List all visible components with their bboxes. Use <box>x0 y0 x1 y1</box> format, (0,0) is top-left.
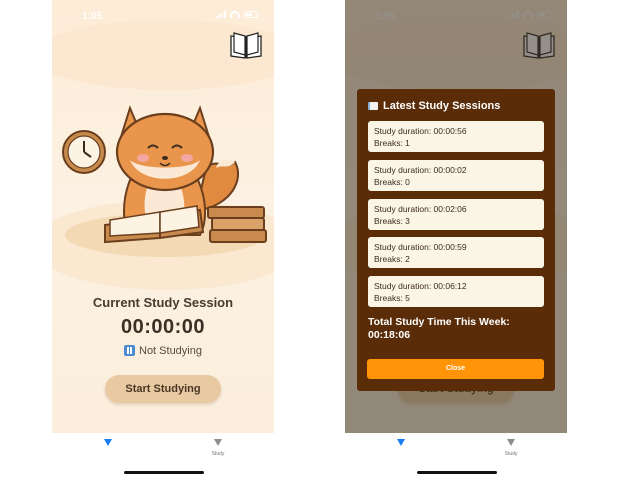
battery-icon <box>244 11 258 18</box>
tab-study[interactable]: Study <box>499 439 523 457</box>
wifi-icon <box>230 11 240 18</box>
total-time-label: Total Study Time This Week: <box>368 316 510 328</box>
modal-title-text: Latest Study Sessions <box>383 100 501 112</box>
open-book-icon <box>368 102 378 110</box>
session-card: Study duration: 00:02:06 Breaks: 3 <box>368 199 544 230</box>
signal-icon <box>216 11 226 18</box>
session-duration: Study duration: 00:00:56 <box>374 126 467 136</box>
latest-sessions-modal: Latest Study Sessions Study duration: 00… <box>357 89 555 391</box>
status-time: 1:05 <box>82 11 103 22</box>
book-icon[interactable] <box>228 30 264 60</box>
tab-study-icon <box>214 439 222 446</box>
tab-home[interactable] <box>395 439 407 446</box>
clock-icon <box>62 130 106 174</box>
session-duration: Study duration: 00:06:12 <box>374 281 467 291</box>
tab-study-label: Study <box>504 451 518 457</box>
pause-icon <box>124 345 135 356</box>
tab-home[interactable] <box>102 439 114 446</box>
session-title: Current Study Session <box>92 295 234 310</box>
session-card: Study duration: 00:00:59 Breaks: 2 <box>368 237 544 268</box>
tab-home-icon <box>397 439 405 446</box>
session-card: Study duration: 00:00:02 Breaks: 0 <box>368 160 544 191</box>
study-status: Not Studying <box>52 345 274 357</box>
tab-home-icon <box>104 439 112 446</box>
fox-reading-illustration <box>62 105 267 257</box>
session-breaks: Breaks: 2 <box>374 254 410 264</box>
modal-title: Latest Study Sessions <box>368 100 500 112</box>
home-indicator <box>417 471 497 474</box>
session-timer: 00:00:00 <box>120 316 206 338</box>
session-duration: Study duration: 00:00:59 <box>374 242 467 252</box>
tab-study-icon <box>507 439 515 446</box>
study-status-text: Not Studying <box>139 345 202 357</box>
session-duration: Study duration: 00:02:06 <box>374 204 467 214</box>
home-indicator <box>124 471 204 474</box>
status-bar: 1:05 <box>52 0 274 30</box>
phone-screen-modal: 1:05 Start Studying Latest Study Session… <box>345 0 567 480</box>
close-button[interactable]: Close <box>367 359 544 379</box>
session-breaks: Breaks: 0 <box>374 177 410 187</box>
status-icons <box>216 11 258 18</box>
total-time-value: 00:18:06 <box>368 329 411 341</box>
session-breaks: Breaks: 5 <box>374 293 410 303</box>
session-card: Study duration: 00:00:56 Breaks: 1 <box>368 121 544 152</box>
tab-study-label: Study <box>211 451 225 457</box>
session-breaks: Breaks: 1 <box>374 138 410 148</box>
session-duration: Study duration: 00:00:02 <box>374 165 467 175</box>
phone-screen-main: 1:05 Current Study Session 00:00:00 Not … <box>52 0 274 480</box>
tab-study[interactable]: Study <box>206 439 230 457</box>
start-studying-button[interactable]: Start Studying <box>105 375 221 403</box>
session-breaks: Breaks: 3 <box>374 216 410 226</box>
session-card: Study duration: 00:06:12 Breaks: 5 <box>368 276 544 307</box>
